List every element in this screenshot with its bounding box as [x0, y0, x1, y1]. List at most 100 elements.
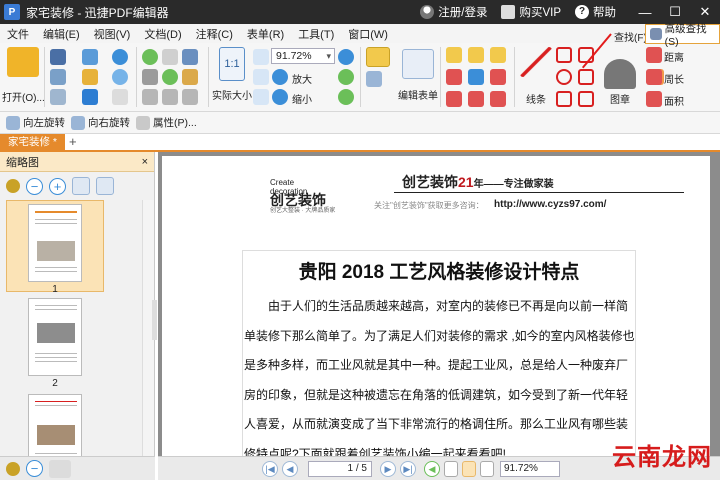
- fit-visible-icon[interactable]: [253, 89, 269, 105]
- rectangle-tool-icon[interactable]: [556, 91, 572, 107]
- hand-tool-icon[interactable]: [162, 49, 178, 65]
- distance-label[interactable]: 距离: [664, 49, 684, 64]
- thumbnail-page-2[interactable]: 2: [6, 298, 104, 389]
- panel-collapse-handle[interactable]: [152, 300, 157, 340]
- zoom-in-icon[interactable]: [272, 69, 288, 85]
- cut-icon[interactable]: [112, 89, 128, 105]
- underline-icon[interactable]: [468, 69, 484, 85]
- scan-icon[interactable]: [82, 69, 98, 85]
- menu-comment[interactable]: 注释(C): [189, 26, 240, 42]
- menu-file[interactable]: 文件: [0, 26, 36, 42]
- forward-icon[interactable]: [162, 69, 178, 85]
- text-tool-icon[interactable]: [446, 47, 462, 63]
- menu-edit[interactable]: 编辑(E): [36, 26, 87, 42]
- thumbnail-scrollbar[interactable]: [142, 200, 154, 480]
- back-icon[interactable]: [142, 49, 158, 65]
- line-button[interactable]: 线条: [520, 47, 552, 106]
- open-button[interactable]: 打开(O)...: [2, 47, 45, 104]
- last-page-button[interactable]: ▶|: [400, 460, 416, 477]
- fit-width-icon[interactable]: [253, 69, 269, 85]
- perimeter-icon[interactable]: [646, 69, 662, 85]
- tab-document[interactable]: 家宅装修 *: [0, 134, 66, 150]
- rotate-icon[interactable]: [338, 69, 354, 85]
- menu-document[interactable]: 文档(D): [137, 26, 188, 42]
- menu-view[interactable]: 视图(V): [87, 26, 138, 42]
- edit-text-icon[interactable]: [366, 71, 382, 87]
- thumb-rotate-right-icon[interactable]: [96, 177, 114, 195]
- login-button[interactable]: 注册/登录: [420, 4, 487, 20]
- snapshot-icon[interactable]: [142, 89, 158, 105]
- menu-form[interactable]: 表单(R): [240, 26, 291, 42]
- single-page-icon[interactable]: [444, 460, 458, 477]
- ellipse-tool-icon[interactable]: [556, 69, 572, 85]
- back-view-button[interactable]: ◀: [424, 460, 440, 477]
- email-icon[interactable]: [82, 49, 98, 65]
- stamp-button[interactable]: 图章: [604, 59, 636, 106]
- form-icon: [402, 49, 434, 79]
- text-select-icon[interactable]: [182, 69, 198, 85]
- status-zoom-select[interactable]: 91.72%: [500, 460, 560, 477]
- document-icon[interactable]: [50, 89, 66, 105]
- facing-page-icon[interactable]: [480, 460, 494, 477]
- highlight-icon[interactable]: [446, 69, 462, 85]
- zoom-in-circle-icon[interactable]: [338, 49, 354, 65]
- thumb-zoom-out-button[interactable]: −: [26, 177, 43, 195]
- advanced-search-label: 高级查找(S): [664, 22, 707, 48]
- save-icon[interactable]: [50, 49, 66, 65]
- comment-tool-icon[interactable]: [366, 47, 390, 67]
- edit-form-button[interactable]: 编辑表单: [398, 49, 438, 102]
- add-tab-button[interactable]: +: [69, 134, 77, 150]
- thumb-zoom-in-button[interactable]: +: [49, 177, 66, 195]
- properties-button[interactable]: 属性(P)...: [136, 115, 197, 130]
- camera-icon[interactable]: [182, 49, 198, 65]
- zoom-out-icon[interactable]: [272, 89, 288, 105]
- status-zoom-out-button[interactable]: −: [26, 460, 43, 477]
- insert-text-icon[interactable]: [468, 91, 484, 107]
- thumbnail-close-button[interactable]: ×: [142, 156, 148, 168]
- thumbnail-page-1[interactable]: 1: [6, 200, 104, 295]
- select-icon[interactable]: [142, 69, 158, 85]
- help-button[interactable]: ? 帮助: [575, 4, 616, 20]
- next-page-button[interactable]: ▶: [380, 460, 396, 477]
- menu-window[interactable]: 窗口(W): [341, 26, 395, 42]
- distance-icon[interactable]: [646, 47, 662, 63]
- page-number-input[interactable]: 1 / 5: [308, 460, 372, 477]
- replace-text-icon[interactable]: [446, 91, 462, 107]
- share-icon[interactable]: [82, 89, 98, 105]
- fit-page-icon[interactable]: [253, 49, 269, 65]
- actual-size-button[interactable]: 1:1 实际大小: [212, 47, 252, 102]
- menu-tools[interactable]: 工具(T): [291, 26, 341, 42]
- refresh-icon[interactable]: [338, 89, 354, 105]
- marquee-icon[interactable]: [162, 89, 178, 105]
- rotate-left-button[interactable]: 向左旋转: [6, 115, 65, 130]
- strikeout-icon[interactable]: [490, 69, 506, 85]
- thumb-rotate-left-icon[interactable]: [72, 177, 90, 195]
- callout-icon[interactable]: [490, 47, 506, 63]
- advanced-search-button[interactable]: 高级查找(S): [645, 23, 720, 48]
- zoom-select[interactable]: 91.72%: [271, 48, 335, 64]
- first-page-button[interactable]: |◀: [262, 460, 278, 477]
- minimize-button[interactable]: —: [630, 0, 660, 24]
- undo-icon[interactable]: [112, 49, 128, 65]
- pencil-tool-icon[interactable]: [578, 69, 594, 85]
- settings-icon[interactable]: [6, 461, 20, 476]
- properties-label: 属性(P)...: [153, 117, 197, 129]
- textbox-icon[interactable]: [468, 47, 484, 63]
- squiggly-icon[interactable]: [490, 91, 506, 107]
- title-bar: P 家宅装修 - 迅捷PDF编辑器 注册/登录 购买VIP ? 帮助 — ☐ ✕: [0, 0, 720, 24]
- gear-icon[interactable]: [6, 179, 20, 193]
- buy-vip-button[interactable]: 购买VIP: [501, 4, 561, 20]
- cloud-tool-icon[interactable]: [578, 91, 594, 107]
- redo-icon[interactable]: [112, 69, 128, 85]
- prev-page-button[interactable]: ◀: [282, 460, 298, 477]
- arrow-tool-icon[interactable]: [556, 47, 572, 63]
- search-label[interactable]: 查找(F): [614, 29, 647, 44]
- perimeter-label[interactable]: 周长: [664, 71, 684, 86]
- print-icon[interactable]: [50, 69, 66, 85]
- area-label[interactable]: 面积: [664, 93, 684, 108]
- page-icon[interactable]: [182, 89, 198, 105]
- pages-icon[interactable]: [49, 459, 71, 478]
- area-icon[interactable]: [646, 91, 662, 107]
- continuous-page-icon[interactable]: [462, 460, 476, 477]
- rotate-right-button[interactable]: 向右旋转: [71, 115, 130, 130]
